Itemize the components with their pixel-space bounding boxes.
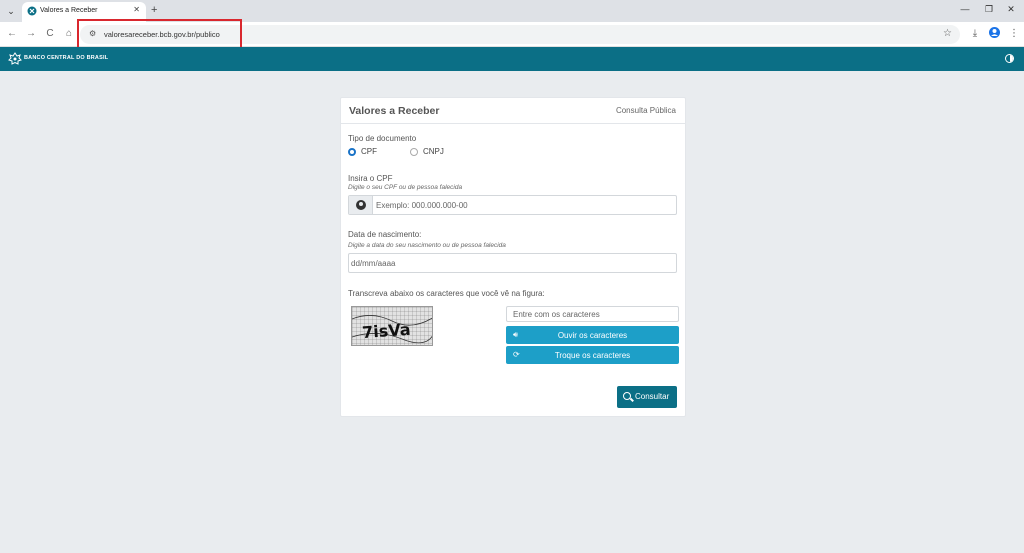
cpf-radio-label[interactable]: CPF (361, 147, 377, 156)
document-type-label: Tipo de documento (348, 134, 417, 143)
forward-icon[interactable]: → (25, 28, 37, 40)
cpf-placeholder[interactable]: Exemplo: 000.000.000-00 (376, 201, 468, 210)
cpf-hint: Digite o seu CPF ou de pessoa falecida (348, 184, 463, 191)
home-icon[interactable]: ⌂ (63, 28, 75, 40)
captcha-input-placeholder[interactable]: Entre com os caracteres (513, 310, 600, 319)
captcha-image: 7isVa (351, 306, 433, 346)
logo-text[interactable]: BANCO CENTRAL DO BRASIL (24, 55, 108, 61)
cpf-radio[interactable] (348, 148, 356, 156)
captcha-input[interactable]: Entre com os caracteres (506, 306, 679, 322)
listen-captcha-label[interactable]: Ouvir os caracteres (506, 331, 679, 340)
back-icon[interactable]: ← (6, 28, 18, 40)
refresh-captcha-label[interactable]: Troque os caracteres (506, 351, 679, 360)
refresh-captcha-button[interactable]: ⟳ Troque os caracteres (506, 346, 679, 364)
minimize-icon[interactable]: — (958, 4, 972, 14)
listen-captcha-button[interactable]: 🔊︎ Ouvir os caracteres (506, 326, 679, 344)
cnpj-radio[interactable] (410, 148, 418, 156)
profile-icon[interactable] (988, 27, 1000, 42)
window-close-icon[interactable]: ✕ (1004, 4, 1018, 15)
bcb-favicon-icon (27, 6, 37, 16)
reload-icon[interactable]: C (44, 28, 56, 40)
card-header: Valores a Receber Consulta Pública (341, 98, 685, 124)
restore-icon[interactable]: ❐ (982, 4, 996, 15)
birth-date-input[interactable]: dd/mm/aaaa (348, 253, 677, 273)
tab-close-icon[interactable]: ✕ (133, 5, 140, 14)
cnpj-radio-label[interactable]: CNPJ (423, 147, 444, 156)
birth-date-hint: Digite a data do seu nascimento ou de pe… (348, 242, 506, 249)
cpf-input[interactable]: Exemplo: 000.000.000-00 (348, 195, 677, 215)
download-icon[interactable]: ⤓ (969, 28, 981, 40)
birth-date-placeholder[interactable]: dd/mm/aaaa (351, 259, 395, 268)
bookmark-star-icon[interactable]: ☆ (943, 28, 952, 39)
cpf-label: Insira o CPF (348, 174, 393, 183)
site-header: BANCO CENTRAL DO BRASIL (0, 47, 1024, 71)
birth-date-label: Data de nascimento: (348, 230, 422, 239)
new-tab-button[interactable]: + (151, 4, 157, 16)
user-icon (356, 200, 366, 210)
search-icon (623, 392, 631, 400)
card-title: Valores a Receber (349, 105, 440, 117)
cpf-input-addon (349, 196, 373, 214)
contrast-toggle-icon[interactable] (1005, 54, 1014, 63)
captcha-label: Transcreva abaixo os caracteres que você… (348, 289, 545, 298)
card-subtitle: Consulta Pública (615, 106, 676, 115)
browser-menu-icon[interactable]: ⋮ (1008, 28, 1020, 40)
consultar-button[interactable]: Consultar (617, 386, 677, 408)
tab-search-icon[interactable]: ⌄ (4, 4, 18, 18)
consultar-label[interactable]: Consultar (635, 392, 669, 401)
captcha-text: 7isVa (362, 320, 412, 342)
bcb-logo-icon[interactable] (8, 52, 22, 66)
tab-title: Valores a Receber (40, 7, 98, 14)
